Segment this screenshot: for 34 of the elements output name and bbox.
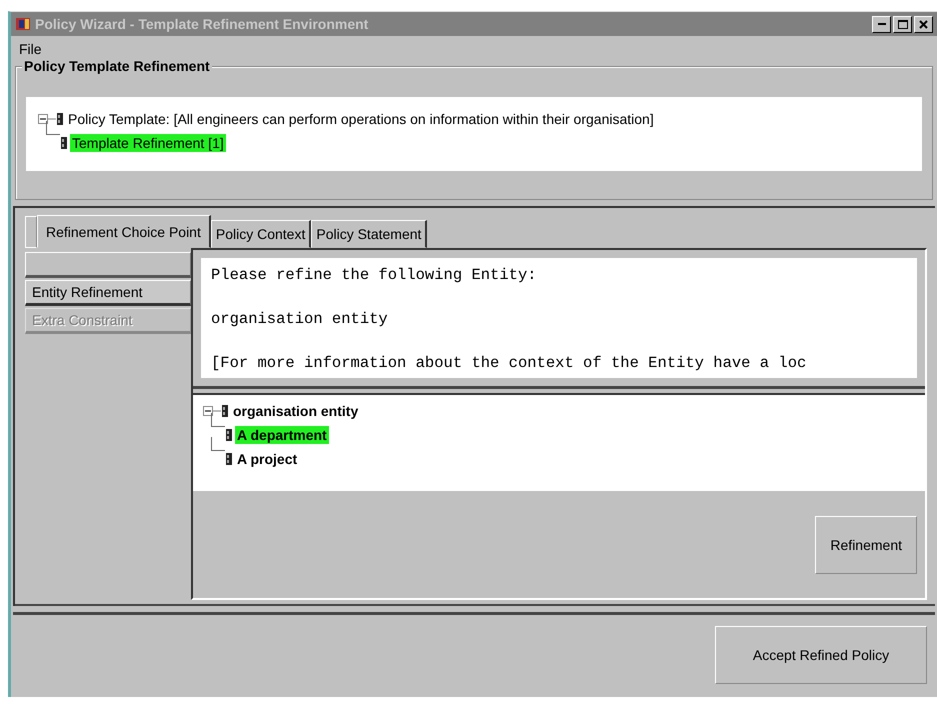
- group-title: Policy Template Refinement: [22, 58, 212, 74]
- node-icon: [225, 451, 233, 467]
- message-line: Please refine the following Entity:: [211, 265, 538, 286]
- list-item[interactable]: [25, 252, 191, 278]
- window-title: Policy Wizard - Template Refinement Environment: [35, 16, 370, 32]
- tab-edge: [25, 216, 37, 248]
- node-icon: [225, 427, 233, 443]
- tab[interactable]: Refinement Choice Point: [37, 215, 211, 248]
- tree-item[interactable]: A department: [235, 426, 329, 444]
- tree-item[interactable]: Policy Template: [All engineers can perform operations on information within their organisation]: [66, 110, 656, 128]
- maximize-icon: [898, 20, 908, 28]
- tree-connector: [211, 437, 225, 451]
- message-line: [For more information about the context of the Entity have a loc: [211, 353, 808, 374]
- minimize-button[interactable]: [872, 16, 891, 32]
- node-icon: [221, 403, 229, 419]
- tree-item[interactable]: A project: [235, 450, 300, 468]
- list-item[interactable]: Entity Refinement: [25, 280, 191, 306]
- node-icon: [56, 111, 64, 127]
- tree-connector: [46, 121, 60, 135]
- refinement-button[interactable]: Refinement: [815, 516, 917, 574]
- tab[interactable]: Policy Context: [210, 220, 312, 248]
- close-icon: [919, 20, 928, 28]
- close-button[interactable]: [914, 16, 933, 32]
- tree-connector: [211, 413, 225, 427]
- tree-item[interactable]: organisation entity: [231, 402, 360, 420]
- menu-item[interactable]: File: [17, 41, 44, 57]
- tab[interactable]: Policy Statement: [311, 220, 428, 248]
- minimize-icon: [878, 23, 886, 25]
- node-icon: [60, 135, 68, 151]
- tree-item[interactable]: Template Refinement [1]: [70, 134, 226, 152]
- app-icon: [15, 16, 31, 32]
- accept-button[interactable]: Accept Refined Policy: [715, 626, 927, 684]
- maximize-button[interactable]: [893, 16, 912, 32]
- message-line: organisation entity: [211, 309, 389, 330]
